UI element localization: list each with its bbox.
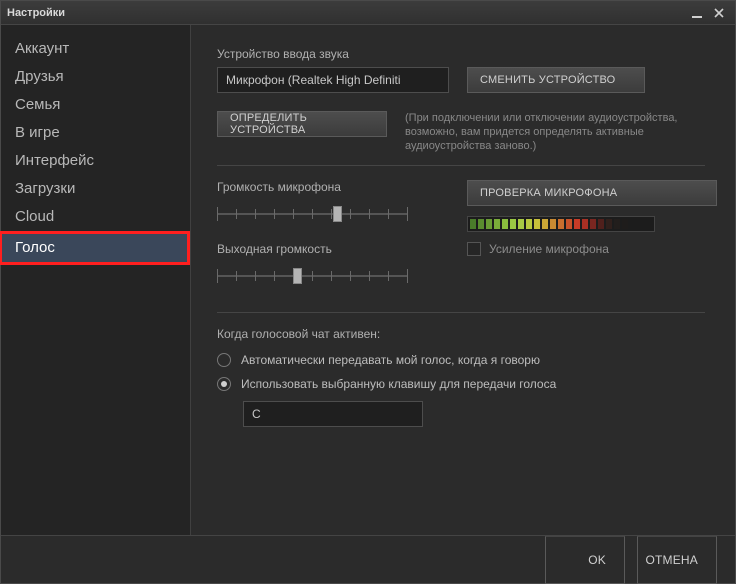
sidebar-item-label: Аккаунт [15,40,69,57]
sidebar: Аккаунт Друзья Семья В игре Интерфейс За… [1,25,191,535]
test-mic-button[interactable]: ПРОВЕРКА МИКРОФОНА [467,180,717,206]
ptt-key-field[interactable]: C [243,401,423,427]
output-volume-slider[interactable] [217,266,407,286]
minimize-button[interactable] [687,5,707,21]
sidebar-item-voice[interactable]: Голос [0,231,190,265]
change-device-button[interactable]: СМЕНИТЬ УСТРОЙСТВО [467,67,645,93]
radio-icon [217,377,231,391]
radio-auto-transmit[interactable]: Автоматически передавать мой голос, когд… [217,353,705,367]
input-device-field[interactable]: Микрофон (Realtek High Definiti [217,67,449,93]
titlebar: Настройки [1,1,735,25]
mic-boost-label: Усиление микрофона [489,242,609,256]
radio-label: Автоматически передавать мой голос, когд… [241,353,540,367]
sidebar-item-label: В игре [15,124,60,141]
mic-boost-checkbox[interactable] [467,242,481,256]
sidebar-item-label: Cloud [15,208,54,225]
input-device-section-label: Устройство ввода звука [217,47,705,61]
close-button[interactable] [709,5,729,21]
sidebar-item-label: Голос [15,239,55,256]
detect-devices-hint: (При подключении или отключении аудиоуст… [405,111,705,153]
sidebar-item-label: Интерфейс [15,152,94,169]
sidebar-item-interface[interactable]: Интерфейс [1,147,190,175]
sidebar-item-label: Загрузки [15,180,75,197]
divider [217,312,705,313]
output-volume-label: Выходная громкость [217,242,407,256]
divider [217,165,705,166]
sidebar-item-cloud[interactable]: Cloud [1,203,190,231]
sidebar-item-downloads[interactable]: Загрузки [1,175,190,203]
voice-settings-panel: Устройство ввода звука Микрофон (Realtek… [191,25,735,535]
sidebar-item-label: Семья [15,96,60,113]
mic-level-meter [467,216,655,232]
settings-window: Настройки Аккаунт Друзья Семья В игре Ин… [0,0,736,584]
voice-chat-active-label: Когда голосовой чат активен: [217,327,705,341]
sidebar-item-friends[interactable]: Друзья [1,63,190,91]
sidebar-item-account[interactable]: Аккаунт [1,35,190,63]
mic-volume-label: Громкость микрофона [217,180,407,194]
dialog-footer: OK ОТМЕНА [1,535,735,583]
window-title: Настройки [7,7,65,19]
radio-icon [217,353,231,367]
sidebar-item-ingame[interactable]: В игре [1,119,190,147]
sidebar-item-family[interactable]: Семья [1,91,190,119]
detect-devices-button[interactable]: ОПРЕДЕЛИТЬ УСТРОЙСТВА [217,111,387,137]
mic-volume-slider[interactable] [217,204,407,224]
sidebar-item-label: Друзья [15,68,64,85]
radio-label: Использовать выбранную клавишу для перед… [241,377,556,391]
radio-push-to-talk[interactable]: Использовать выбранную клавишу для перед… [217,377,705,391]
ok-button[interactable]: OK [545,536,625,584]
mic-boost-row[interactable]: Усиление микрофона [467,242,717,256]
cancel-button[interactable]: ОТМЕНА [637,536,717,584]
